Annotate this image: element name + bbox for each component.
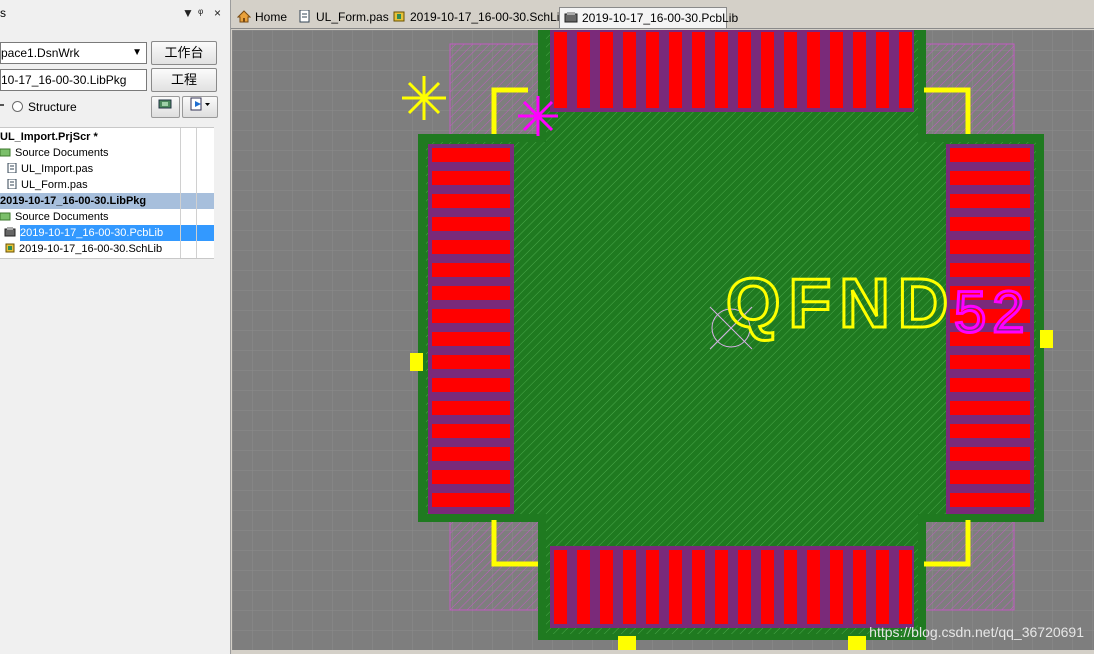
pin-icon[interactable]: ᵠ <box>198 6 203 20</box>
project-combo[interactable]: 10-17_16-00-30.LibPkg <box>0 69 147 91</box>
designator-text: QFND <box>726 264 956 342</box>
tree-item-pcblib[interactable]: 2019-10-17_16-00-30.PcbLib <box>0 225 218 241</box>
workspace-combo[interactable]: pace1.DsnWrk ▼ <box>0 42 147 64</box>
tree-item-label: 2019-10-17_16-00-30.LibPkg <box>0 195 147 207</box>
pcblib-icon <box>4 227 16 237</box>
schlib-icon <box>5 243 15 253</box>
compile-icon <box>158 99 171 109</box>
panel-title-bar: s ▼ ᵠ × <box>0 6 230 22</box>
structure-radio[interactable] <box>12 101 23 112</box>
tree-item-source-documents[interactable]: Source Documents <box>0 209 214 225</box>
tree-item-ul-import-pas[interactable]: UL_Import.pas <box>0 161 220 177</box>
project-options-button[interactable] <box>182 96 218 118</box>
watermark: https://blog.csdn.net/qq_36720691 <box>869 624 1084 640</box>
chevron-down-icon: ▼ <box>132 47 142 58</box>
tab-label: Home <box>255 10 288 24</box>
compile-button[interactable] <box>151 96 180 118</box>
tree-item-label: Source Documents <box>15 147 109 159</box>
tree-item-label: UL_Form.pas <box>21 179 88 191</box>
pcb-editor-canvas[interactable]: QFND 52 https://blog.csdn.net/qq_3672069… <box>232 30 1094 650</box>
folder-icon <box>0 212 11 221</box>
structure-radio-label: Structure <box>28 100 77 114</box>
projects-panel: s ▼ ᵠ × pace1.DsnWrk ▼ 工作台 10-17_16-00-3… <box>0 0 231 654</box>
document-icon <box>7 179 17 189</box>
tree-column-divider <box>196 128 197 258</box>
workspace-button[interactable]: 工作台 <box>151 41 217 65</box>
status-strip <box>232 650 1094 654</box>
tab-home[interactable]: Home <box>237 7 287 28</box>
folder-icon <box>0 148 11 157</box>
pad-column-left <box>428 144 514 514</box>
home-icon <box>237 10 251 23</box>
tree-item-schlib[interactable]: 2019-10-17_16-00-30.SchLib <box>0 241 218 257</box>
origin-star-icon <box>518 96 558 136</box>
tree-item-ul-import-project[interactable]: UL_Import.PrjScr * <box>0 129 214 145</box>
tab-label: 2019-10-17_16-00-30.PcbLib <box>582 11 739 25</box>
schlib-icon <box>393 11 405 22</box>
project-options-icon <box>190 97 210 111</box>
project-tree: UL_Import.PrjScr * Source Documents UL_I… <box>0 127 214 259</box>
workspace-combo-value: pace1.DsnWrk <box>1 46 80 60</box>
tab-label: UL_Form.pas <box>316 10 389 24</box>
tab-ul-form[interactable]: UL_Form.pas <box>298 7 389 28</box>
project-combo-value: 10-17_16-00-30.LibPkg <box>1 73 127 87</box>
comment-text: 52 <box>954 280 1031 345</box>
close-panel-icon[interactable]: × <box>214 6 221 20</box>
tree-item-label: Source Documents <box>15 211 109 223</box>
tab-schlib[interactable]: 2019-10-17_16-00-30.SchLib <box>392 7 566 28</box>
document-icon <box>7 163 17 173</box>
document-tabs: Home UL_Form.pas 2019-10-17_16-00-30.Sch… <box>231 6 1094 29</box>
tree-item-label: UL_Import.pas <box>21 163 94 175</box>
selected-tree-item-label: 2019-10-17_16-00-30.PcbLib <box>20 225 214 241</box>
pcblib-icon <box>564 12 578 23</box>
tab-pcblib[interactable]: 2019-10-17_16-00-30.PcbLib <box>559 7 738 28</box>
tree-item-ul-form-pas[interactable]: UL_Form.pas <box>0 177 220 193</box>
tree-item-source-documents[interactable]: Source Documents <box>0 145 214 161</box>
pad-row-top <box>550 30 914 112</box>
pad-row-bottom <box>550 546 914 628</box>
document-icon <box>299 10 310 23</box>
tab-label: 2019-10-17_16-00-30.SchLib <box>410 10 567 24</box>
panel-title: s <box>0 6 6 20</box>
project-button[interactable]: 工程 <box>151 68 217 92</box>
tree-item-label: UL_Import.PrjScr * <box>0 131 98 143</box>
tree-item-label: 2019-10-17_16-00-30.SchLib <box>19 243 163 255</box>
tree-item-libpkg-project[interactable]: 2019-10-17_16-00-30.LibPkg <box>0 193 214 209</box>
tree-column-divider <box>180 128 181 258</box>
panel-menu-icon[interactable]: ▼ <box>182 6 194 20</box>
pcb-footprint-drawing: QFND 52 <box>232 30 1094 650</box>
radio-partial <box>0 104 4 106</box>
